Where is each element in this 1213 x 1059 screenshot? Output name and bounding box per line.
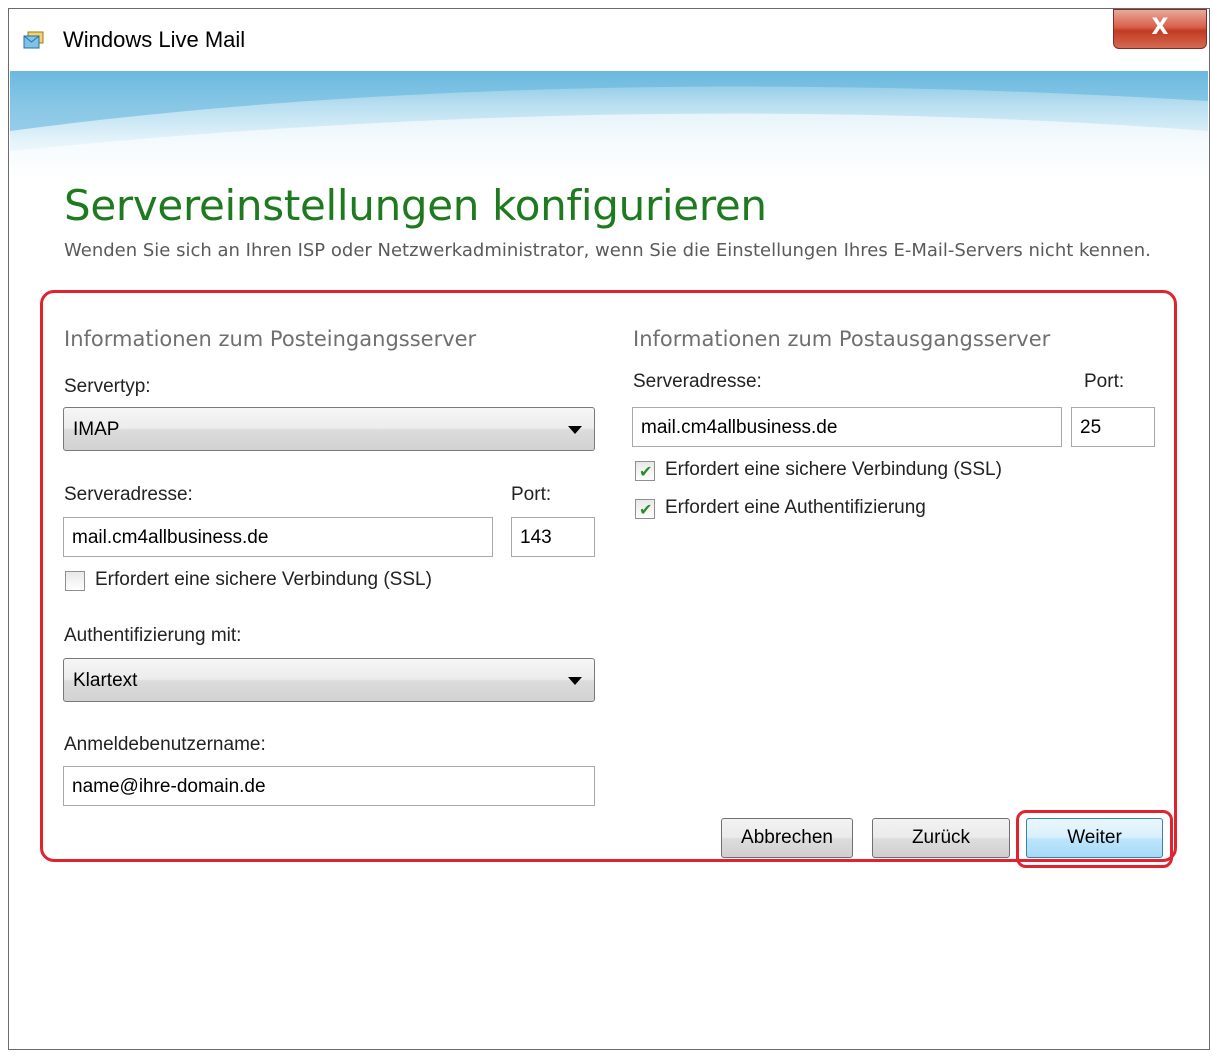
dialog-window: Windows Live Mail X Servereinstellungen …	[8, 8, 1210, 1050]
outgoing-auth-checkbox[interactable]: ✔	[635, 499, 655, 519]
incoming-group-title: Informationen zum Posteingangsserver	[64, 327, 477, 351]
server-type-label: Servertyp:	[64, 376, 151, 397]
outgoing-group-title: Informationen zum Postausgangsserver	[633, 327, 1051, 351]
username-label: Anmeldebenutzername:	[64, 734, 266, 755]
checkmark-icon: ✔	[639, 462, 653, 481]
windows-live-mail-icon	[23, 31, 45, 51]
incoming-ssl-checkbox-row[interactable]: Erfordert eine sichere Verbindung (SSL)	[65, 569, 525, 595]
incoming-server-address-value: mail.cm4allbusiness.de	[72, 527, 269, 548]
chevron-down-icon	[568, 426, 582, 434]
server-type-select[interactable]: IMAP	[63, 407, 595, 451]
page-description: Wenden Sie sich an Ihren ISP oder Netzwe…	[64, 240, 1151, 261]
chevron-down-icon	[568, 677, 582, 685]
page-title: Servereinstellungen konfigurieren	[64, 181, 767, 230]
banner-wave-graphic	[10, 71, 1208, 181]
cancel-button[interactable]: Abbrechen	[721, 818, 853, 858]
next-button[interactable]: Weiter	[1026, 818, 1163, 858]
outgoing-ssl-checkbox-row[interactable]: ✔ Erfordert eine sichere Verbindung (SSL…	[635, 459, 1095, 485]
window-title: Windows Live Mail	[63, 27, 246, 52]
outgoing-ssl-label: Erfordert eine sichere Verbindung (SSL)	[665, 459, 1002, 480]
auth-method-select[interactable]: Klartext	[63, 658, 595, 702]
auth-method-label: Authentifizierung mit:	[64, 625, 242, 646]
outgoing-server-address-input[interactable]: mail.cm4allbusiness.de	[632, 407, 1062, 447]
incoming-server-address-input[interactable]: mail.cm4allbusiness.de	[63, 517, 493, 557]
checkmark-icon: ✔	[639, 500, 653, 519]
outgoing-server-address-label: Serveradresse:	[633, 371, 762, 392]
incoming-server-address-label: Serveradresse:	[64, 484, 193, 505]
outgoing-port-value: 25	[1080, 417, 1102, 438]
auth-method-value: Klartext	[73, 670, 138, 691]
server-type-value: IMAP	[73, 419, 120, 440]
header-banner	[10, 71, 1208, 181]
outgoing-server-address-value: mail.cm4allbusiness.de	[641, 417, 838, 438]
close-button[interactable]: X	[1113, 9, 1207, 49]
title-bar: Windows Live Mail X	[9, 9, 1209, 69]
incoming-ssl-checkbox[interactable]	[65, 571, 85, 591]
outgoing-ssl-checkbox[interactable]: ✔	[635, 461, 655, 481]
incoming-port-input[interactable]: 143	[511, 517, 595, 557]
close-icon: X	[1151, 15, 1169, 40]
back-button[interactable]: Zurück	[872, 818, 1010, 858]
username-value: name@ihre-domain.de	[72, 776, 266, 797]
username-input[interactable]: name@ihre-domain.de	[63, 766, 595, 806]
outgoing-auth-label: Erfordert eine Authentifizierung	[665, 497, 926, 518]
outgoing-port-input[interactable]: 25	[1071, 407, 1155, 447]
outgoing-port-label: Port:	[1084, 371, 1125, 392]
incoming-port-label: Port:	[511, 484, 552, 505]
incoming-port-value: 143	[520, 527, 552, 548]
incoming-ssl-label: Erfordert eine sichere Verbindung (SSL)	[95, 569, 432, 590]
outgoing-auth-checkbox-row[interactable]: ✔ Erfordert eine Authentifizierung	[635, 497, 1095, 523]
